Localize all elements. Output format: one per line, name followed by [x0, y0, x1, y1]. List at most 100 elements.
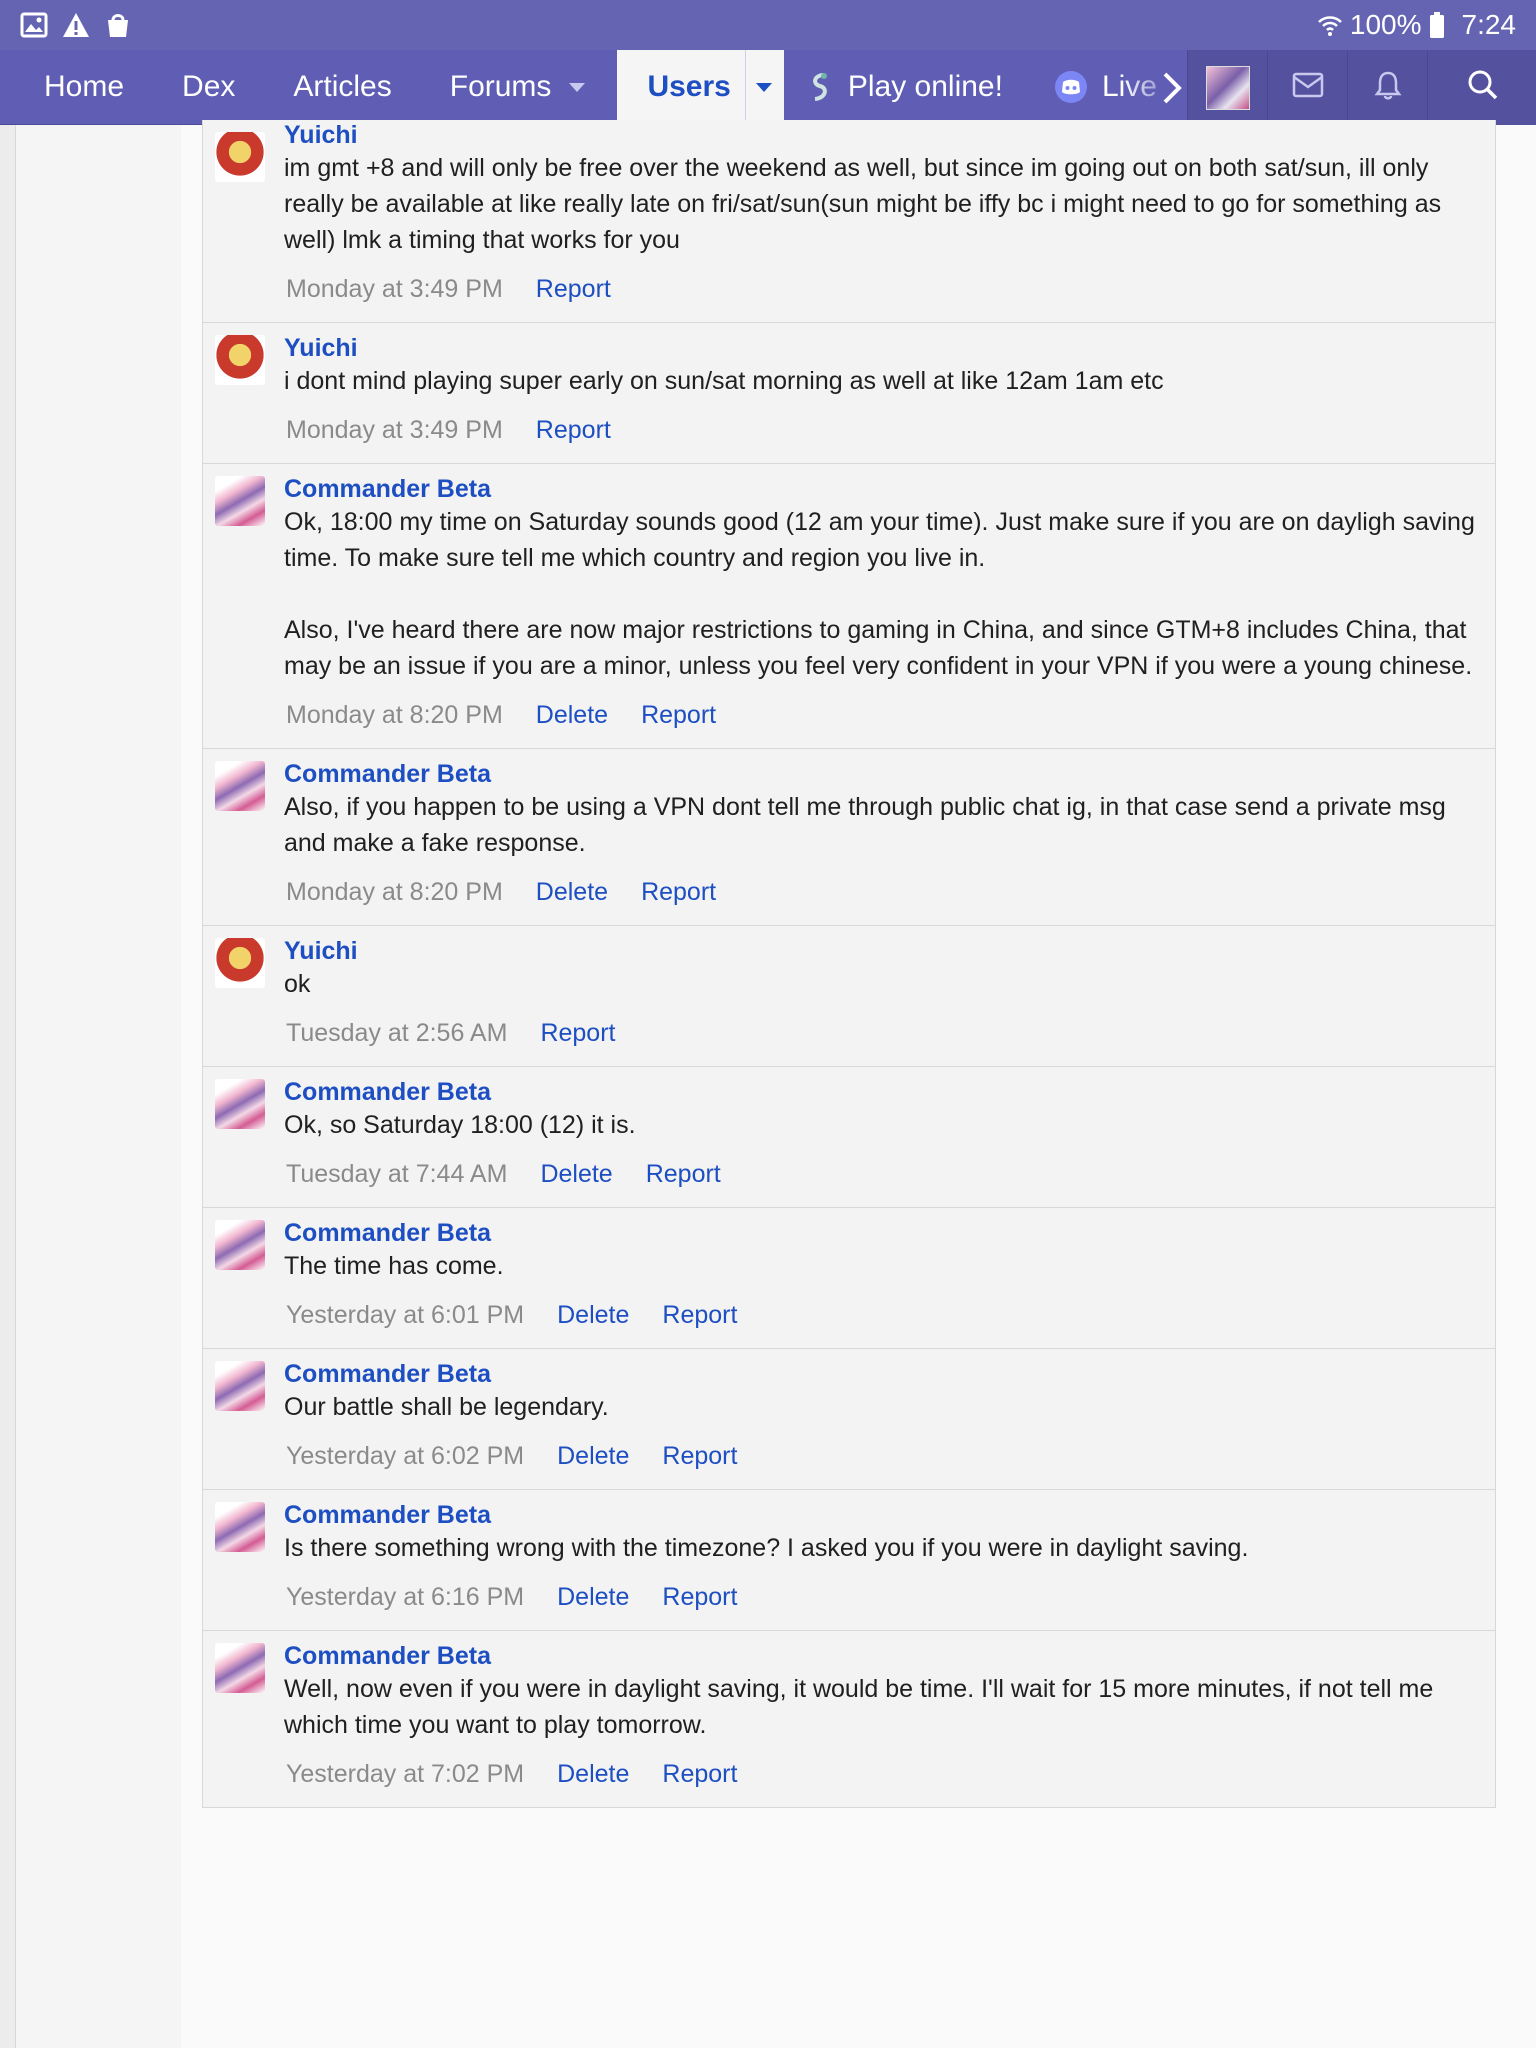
username-link[interactable]: Commander Beta — [284, 1500, 1481, 1530]
inbox-button[interactable] — [1267, 50, 1347, 125]
image-icon — [20, 11, 48, 39]
message-text: Also, if you happen to be using a VPN do… — [284, 793, 1446, 857]
message-body: Commander Beta The time has come. Yesterda… — [284, 1218, 1495, 1348]
message-text: i dont mind playing super early on sun/s… — [284, 367, 1164, 395]
nav-users[interactable]: Users — [617, 50, 784, 124]
delete-link[interactable]: Delete — [557, 1759, 629, 1789]
message-item: Commander Beta The time has come. Yesterda… — [202, 1208, 1496, 1349]
timestamp[interactable]: Monday at 8:20 PM — [286, 877, 503, 907]
avatar[interactable] — [215, 761, 265, 811]
avatar[interactable] — [215, 1643, 265, 1693]
battery-percent: 100% — [1349, 9, 1422, 40]
avatar[interactable] — [215, 1361, 265, 1411]
delete-link[interactable]: Delete — [557, 1582, 629, 1612]
avatar[interactable] — [215, 476, 265, 526]
message-item: Commander Beta Well, now even if you were… — [202, 1631, 1496, 1808]
message-item: Commander Beta Ok, 18:00 my time on Satur… — [202, 464, 1496, 749]
report-link[interactable]: Report — [662, 1441, 737, 1471]
message-text: Well, now even if you were in daylight s… — [284, 1675, 1434, 1739]
left-gutter — [0, 125, 16, 2048]
report-link[interactable]: Report — [662, 1759, 737, 1789]
nav-home[interactable]: Home — [0, 50, 153, 124]
report-link[interactable]: Report — [536, 274, 611, 304]
username-link[interactable]: Commander Beta — [284, 1077, 1481, 1107]
message-meta: Yesterday at 6:01 PM Delete Report — [284, 1284, 1481, 1348]
message-meta: Tuesday at 2:56 AM Report — [284, 1002, 1481, 1066]
message-body: Commander Beta Well, now even if you were… — [284, 1641, 1495, 1807]
report-link[interactable]: Report — [536, 415, 611, 445]
chevron-down-icon[interactable] — [569, 82, 586, 92]
account-button[interactable] — [1187, 50, 1267, 125]
alerts-button[interactable] — [1347, 50, 1427, 125]
username-link[interactable]: Commander Beta — [284, 1359, 1481, 1389]
message-text: Ok, so Saturday 18:00 (12) it is. — [284, 1111, 636, 1139]
username-link[interactable]: Yuichi — [284, 120, 1481, 150]
message-text: ok — [284, 970, 311, 998]
timestamp[interactable]: Yesterday at 6:16 PM — [286, 1582, 524, 1612]
timestamp[interactable]: Monday at 8:20 PM — [286, 700, 503, 730]
message-body: Commander Beta Our battle shall be legend… — [284, 1359, 1495, 1489]
avatar[interactable] — [215, 335, 265, 385]
timestamp[interactable]: Tuesday at 2:56 AM — [286, 1018, 507, 1048]
nav-forums-label: Forums — [449, 70, 552, 103]
username-link[interactable]: Yuichi — [284, 936, 1481, 966]
message-body: Yuichi i dont mind playing super early on… — [284, 333, 1495, 463]
nav-users-dropdown[interactable] — [744, 50, 772, 124]
message-meta: Tuesday at 7:44 AM Delete Report — [284, 1143, 1481, 1207]
timestamp[interactable]: Yesterday at 6:01 PM — [286, 1300, 524, 1330]
message-item: Commander Beta Is there something wrong w… — [202, 1490, 1496, 1631]
nav-articles-label: Articles — [293, 70, 392, 103]
avatar[interactable] — [215, 132, 265, 182]
search-button[interactable] — [1427, 50, 1536, 125]
report-link[interactable]: Report — [662, 1582, 737, 1612]
timestamp[interactable]: Tuesday at 7:44 AM — [286, 1159, 507, 1189]
nav-live-label: Live — [1101, 70, 1157, 103]
timestamp[interactable]: Yesterday at 7:02 PM — [286, 1759, 524, 1789]
delete-link[interactable]: Delete — [557, 1441, 629, 1471]
delete-link[interactable]: Delete — [540, 1159, 612, 1189]
message-meta: Monday at 3:49 PM Report — [284, 399, 1481, 463]
nav-play-online[interactable]: Play online! — [784, 50, 1032, 124]
report-link[interactable]: Report — [540, 1018, 615, 1048]
report-link[interactable]: Report — [646, 1159, 721, 1189]
timestamp[interactable]: Monday at 3:49 PM — [286, 415, 503, 445]
delete-link[interactable]: Delete — [536, 877, 608, 907]
avatar[interactable] — [215, 1502, 265, 1552]
username-link[interactable]: Commander Beta — [284, 1218, 1481, 1248]
timestamp[interactable]: Yesterday at 6:02 PM — [286, 1441, 524, 1471]
profile-post-list: Yuichi im gmt +8 and will only be free ov… — [202, 120, 1496, 1808]
message-item: Commander Beta Also, if you happen to be … — [202, 749, 1496, 926]
avatar[interactable] — [215, 1079, 265, 1129]
delete-link[interactable]: Delete — [536, 700, 608, 730]
message-item: Yuichi im gmt +8 and will only be free ov… — [202, 120, 1496, 323]
message-meta: Monday at 3:49 PM Report — [284, 258, 1481, 322]
nav-articles[interactable]: Articles — [264, 50, 420, 124]
message-text: Our battle shall be legendary. — [284, 1393, 609, 1421]
discord-icon — [1054, 70, 1088, 104]
nav-play-online-label: Play online! — [847, 70, 1003, 103]
avatar[interactable] — [215, 1220, 265, 1270]
username-link[interactable]: Commander Beta — [284, 759, 1481, 789]
delete-link[interactable]: Delete — [557, 1300, 629, 1330]
username-link[interactable]: Commander Beta — [284, 1641, 1481, 1671]
report-link[interactable]: Report — [641, 700, 716, 730]
message-item: Commander Beta Ok, so Saturday 18:00 (12)… — [202, 1067, 1496, 1208]
battery-icon — [1428, 11, 1456, 39]
message-body: Commander Beta Ok, 18:00 my time on Satur… — [284, 474, 1495, 748]
play-online-icon — [806, 72, 834, 102]
avatar — [1205, 65, 1250, 110]
bell-icon — [1374, 70, 1402, 105]
username-link[interactable]: Yuichi — [284, 333, 1481, 363]
nav-forums[interactable]: Forums — [421, 50, 604, 124]
nav-users-label: Users — [647, 70, 731, 103]
avatar[interactable] — [215, 938, 265, 988]
message-body: Yuichi im gmt +8 and will only be free ov… — [284, 120, 1495, 322]
timestamp[interactable]: Monday at 3:49 PM — [286, 274, 503, 304]
nav-dex[interactable]: Dex — [153, 50, 264, 124]
message-item: Yuichi ok Tuesday at 2:56 AM Report — [202, 926, 1496, 1067]
message-meta: Monday at 8:20 PM Delete Report — [284, 861, 1481, 925]
report-link[interactable]: Report — [662, 1300, 737, 1330]
username-link[interactable]: Commander Beta — [284, 474, 1481, 504]
report-link[interactable]: Report — [641, 877, 716, 907]
search-icon — [1467, 69, 1499, 106]
